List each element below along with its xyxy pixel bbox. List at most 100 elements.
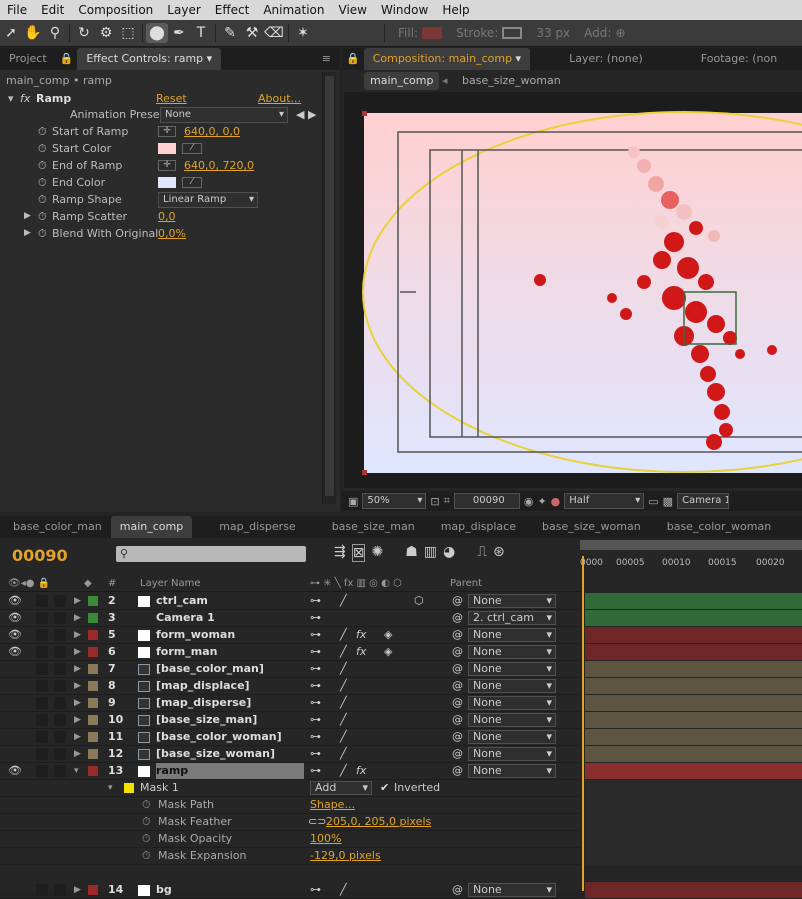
switch-3d-icon[interactable]: ◈ bbox=[384, 644, 392, 660]
tab-footage[interactable]: Footage: (non bbox=[692, 48, 786, 70]
comp-canvas[interactable] bbox=[344, 92, 802, 488]
parent-dropdown[interactable]: None ▾ bbox=[468, 730, 556, 744]
twirl-icon[interactable]: ▶ bbox=[74, 882, 81, 898]
layer-name[interactable]: [base_color_man] bbox=[156, 661, 304, 677]
label-color[interactable] bbox=[88, 732, 98, 742]
stopwatch-icon[interactable]: ⏱ bbox=[38, 225, 47, 242]
live-update-icon[interactable]: ⊠ bbox=[351, 544, 366, 562]
tab-effect-controls[interactable]: Effect Controls: ramp ▾ bbox=[77, 48, 222, 70]
tab-map-disperse[interactable]: map_disperse bbox=[210, 516, 304, 538]
graph-editor-icon[interactable]: ⎍ bbox=[477, 544, 487, 562]
grid-icon[interactable]: ⌗ bbox=[444, 494, 450, 508]
shy-switch-icon[interactable]: ⊶ bbox=[310, 695, 321, 711]
stopwatch-icon[interactable]: ⏱ bbox=[38, 157, 47, 174]
parent-dropdown[interactable]: 2. ctrl_cam ▾ bbox=[468, 611, 556, 625]
layer-row[interactable]: ▶ 10 [base_size_man] ⊶ ╱ @ None ▾ bbox=[0, 712, 580, 729]
camera-tool-icon[interactable]: ⚙ bbox=[95, 23, 117, 43]
start-color-swatch[interactable] bbox=[158, 143, 176, 154]
stopwatch-icon[interactable]: ⏱ bbox=[38, 191, 47, 208]
tab-map-displace[interactable]: map_displace bbox=[432, 516, 525, 538]
quality-switch-icon[interactable]: ╱ bbox=[340, 593, 347, 609]
lock-toggle[interactable] bbox=[54, 612, 66, 624]
stopwatch-icon[interactable]: ⏱ bbox=[38, 208, 47, 225]
add-menu-icon[interactable]: ⊕ bbox=[615, 26, 625, 40]
camera-dropdown[interactable]: Camera 1 bbox=[677, 493, 730, 509]
pickwhip-icon[interactable]: @ bbox=[452, 712, 463, 728]
mask-prop-value[interactable]: 205,0, 205,0 pixels bbox=[326, 814, 431, 830]
pickwhip-icon[interactable]: @ bbox=[452, 627, 463, 643]
menu-window[interactable]: Window bbox=[374, 3, 435, 17]
layer-row[interactable]: 👁 ▶ 2 ctrl_cam ⊶ ╱ ⬡ @ None ▾ bbox=[0, 593, 580, 610]
prop-value[interactable]: 640,0, 720,0 bbox=[184, 157, 254, 174]
end-color-swatch[interactable] bbox=[158, 177, 176, 188]
twirl-icon[interactable]: ▶ bbox=[74, 712, 81, 728]
eye-icon[interactable]: 👁 bbox=[8, 627, 22, 643]
menu-help[interactable]: Help bbox=[435, 3, 476, 17]
layer-name[interactable]: [base_size_woman] bbox=[156, 746, 304, 762]
lock-toggle[interactable] bbox=[54, 697, 66, 709]
pickwhip-icon[interactable]: @ bbox=[452, 882, 463, 898]
layer-name[interactable]: form_man bbox=[156, 644, 304, 660]
fx-switch[interactable]: fx bbox=[356, 627, 366, 643]
stopwatch-icon[interactable]: ⏱ bbox=[38, 174, 47, 191]
shy-switch-icon[interactable]: ⊶ bbox=[310, 661, 321, 677]
parent-dropdown[interactable]: None ▾ bbox=[468, 594, 556, 608]
label-color[interactable] bbox=[88, 596, 98, 606]
shy-switch-icon[interactable]: ⊶ bbox=[310, 644, 321, 660]
layer-row[interactable]: 👁 ▶ 5 form_woman ⊶ ╱ fx ◈ @ None ▾ bbox=[0, 627, 580, 644]
rotate-tool-icon[interactable]: ↻ bbox=[73, 23, 95, 43]
draft-3d-icon[interactable]: ✺ bbox=[371, 544, 383, 562]
eye-icon[interactable]: 👁 bbox=[8, 644, 22, 660]
twirl-icon[interactable]: ▶ bbox=[74, 644, 81, 660]
pickwhip-icon[interactable]: @ bbox=[452, 678, 463, 694]
lock-toggle[interactable] bbox=[54, 629, 66, 641]
menu-animation[interactable]: Animation bbox=[256, 3, 331, 17]
pickwhip-icon[interactable]: @ bbox=[452, 593, 463, 609]
pickwhip-icon[interactable]: @ bbox=[452, 695, 463, 711]
layer-name-header[interactable]: Layer Name bbox=[140, 576, 201, 592]
prop-value[interactable]: 0,0 bbox=[158, 208, 176, 225]
layer-duration-bar[interactable] bbox=[585, 763, 802, 779]
crosshair-icon[interactable]: ✛ bbox=[158, 126, 176, 137]
solo-toggle[interactable] bbox=[36, 765, 48, 777]
pan-behind-tool-icon[interactable]: ⬚ bbox=[117, 23, 139, 43]
pickwhip-icon[interactable]: @ bbox=[452, 729, 463, 745]
type-tool-icon[interactable]: T bbox=[190, 23, 212, 43]
pickwhip-icon[interactable]: @ bbox=[452, 610, 463, 626]
zoom-dropdown[interactable]: 50% ▾ bbox=[362, 493, 427, 509]
switch-3d-icon[interactable]: ◈ bbox=[384, 627, 392, 643]
twirl-icon[interactable]: ▾ bbox=[74, 763, 79, 779]
solo-toggle[interactable] bbox=[36, 612, 48, 624]
parent-dropdown[interactable]: None ▾ bbox=[468, 645, 556, 659]
layer-name[interactable]: [base_color_woman] bbox=[156, 729, 304, 745]
stopwatch-icon[interactable]: ⏱ bbox=[142, 831, 151, 847]
tab-base-color-man[interactable]: base_color_man bbox=[4, 516, 111, 538]
stroke-width[interactable]: 33 px bbox=[536, 26, 570, 40]
layer-name[interactable]: ramp bbox=[156, 763, 304, 779]
layer-duration-bar[interactable] bbox=[585, 661, 802, 677]
layer-name[interactable]: ctrl_cam bbox=[156, 593, 304, 609]
ramp-shape-dropdown[interactable]: Linear Ramp ▾ bbox=[158, 192, 258, 208]
quality-switch-icon[interactable]: ╱ bbox=[340, 712, 347, 728]
ellipse-tool-icon[interactable]: ⬤ bbox=[146, 23, 168, 43]
layer-row[interactable]: ▶ 12 [base_size_woman] ⊶ ╱ @ None ▾ bbox=[0, 746, 580, 763]
layer-duration-bar[interactable] bbox=[585, 678, 802, 694]
label-color[interactable] bbox=[88, 766, 98, 776]
stopwatch-icon[interactable]: ⏱ bbox=[142, 848, 151, 864]
layer-row[interactable]: ▶ 8 [map_displace] ⊶ ╱ @ None ▾ bbox=[0, 678, 580, 695]
quality-switch-icon[interactable]: ╱ bbox=[340, 661, 347, 677]
lock-toggle[interactable] bbox=[54, 731, 66, 743]
solo-toggle[interactable] bbox=[36, 714, 48, 726]
solo-toggle[interactable] bbox=[36, 697, 48, 709]
quality-switch-icon[interactable]: ╱ bbox=[340, 644, 347, 660]
menu-view[interactable]: View bbox=[332, 3, 374, 17]
roi-icon[interactable]: ▭ bbox=[648, 495, 658, 508]
crumb-main-comp[interactable]: main_comp bbox=[364, 72, 440, 90]
layer-name[interactable]: [map_disperse] bbox=[156, 695, 304, 711]
label-color[interactable] bbox=[88, 664, 98, 674]
layer-row[interactable]: 👁 ▶ 3 Camera 1 ⊶ @2. ctrl_cam ▾ bbox=[0, 610, 580, 627]
stopwatch-icon[interactable]: ⏱ bbox=[38, 140, 47, 157]
link-icon[interactable]: ⊂⊃ bbox=[308, 814, 326, 830]
preset-nav-icon[interactable]: ◀ ▶ bbox=[296, 106, 316, 123]
comp-mini-flowchart-icon[interactable]: ⇶ bbox=[334, 544, 346, 562]
